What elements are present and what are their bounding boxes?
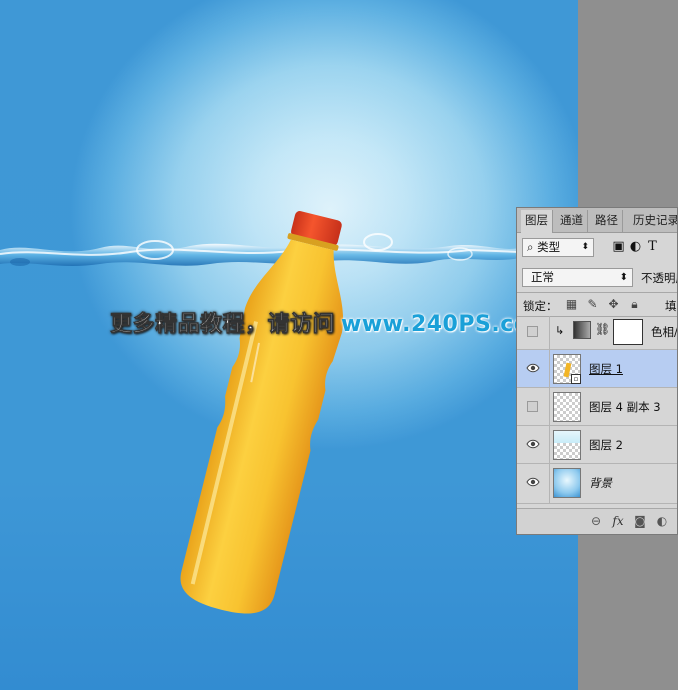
filter-type-select[interactable]: ⌕ 类型 ⬍	[522, 238, 594, 257]
adjustment-layer-icon	[573, 321, 591, 339]
type-filter-icon[interactable]: T	[644, 239, 661, 254]
layer-name: 图层 4 副本 3	[589, 400, 661, 414]
layer-thumbnail[interactable]	[553, 430, 581, 460]
panel-tabs: 图层 通道 路径 历史记录	[517, 208, 677, 233]
lock-all-icon[interactable]: 🔒︎	[624, 297, 645, 312]
link-icon[interactable]: ⊖	[585, 514, 607, 528]
mask-icon[interactable]: ◙	[629, 514, 651, 528]
eye-icon[interactable]	[526, 362, 540, 374]
lock-transparent-icon[interactable]: ▦	[561, 297, 582, 311]
layer-mask-thumbnail[interactable]	[613, 319, 643, 345]
tab-paths[interactable]: 路径	[591, 210, 623, 232]
lock-position-icon[interactable]: ✥	[603, 297, 624, 311]
lock-icons: ▦ ✎ ✥ 🔒︎	[561, 297, 645, 312]
filter-type-label: 类型	[537, 240, 561, 254]
layer-row-layer-4-copy-3[interactable]: 图层 4 副本 3	[517, 388, 677, 426]
blend-mode-select[interactable]: 正常 ⬍	[522, 268, 633, 287]
tab-channels[interactable]: 通道	[556, 210, 588, 232]
opacity-label: 不透明度	[641, 271, 677, 285]
chain-link-icon[interactable]: ⛓	[595, 322, 610, 336]
visibility-column	[517, 316, 550, 349]
visibility-column	[517, 350, 550, 387]
search-icon: ⌕	[527, 240, 534, 254]
filter-tools: ▣ ◐ T	[610, 239, 661, 254]
fill-label: 填	[665, 299, 677, 313]
layer-name: 图层 1	[589, 362, 623, 376]
lock-paint-icon[interactable]: ✎	[582, 297, 603, 311]
image-filter-icon[interactable]: ▣	[610, 239, 627, 254]
lock-label: 锁定：	[523, 299, 558, 313]
smart-object-icon: ▫	[571, 374, 581, 384]
adjustment-icon[interactable]: ◐	[651, 514, 673, 528]
visibility-column	[517, 464, 550, 503]
stepper-icon: ⬍	[581, 242, 589, 252]
blend-mode-value: 正常	[531, 270, 554, 284]
layer-row-hue-saturation[interactable]: ↳ ⛓ 色相/饱和度	[517, 316, 678, 350]
watermark-text: 更多精品教程，请访问	[110, 312, 336, 338]
layer-name: 色相/饱和度	[651, 325, 678, 339]
layer-row-layer-1[interactable]: ▫ 图层 1	[517, 350, 677, 388]
bottle-image	[180, 211, 344, 614]
layer-thumbnail-content	[554, 431, 580, 443]
document-canvas[interactable]: 更多精品教程，请访问 www.240PS.com	[0, 0, 578, 690]
visibility-column	[517, 388, 550, 425]
clip-arrow-icon: ↳	[555, 324, 565, 337]
layer-row-background[interactable]: 背景	[517, 464, 677, 504]
visibility-column	[517, 426, 550, 463]
layer-thumbnail[interactable]	[553, 392, 581, 422]
eye-icon[interactable]	[526, 438, 540, 450]
layer-thumbnail[interactable]: ▫	[553, 354, 581, 384]
footer-icons: ⊖ fx ◙ ◐	[585, 514, 673, 528]
fx-icon[interactable]: fx	[607, 514, 629, 528]
layers-panel: 图层 通道 路径 历史记录 ⌕ 类型 ⬍ ▣◐T 正常 ⬍ 不透明度 锁定： ▦…	[516, 207, 678, 535]
tab-layers[interactable]: 图层	[521, 210, 553, 233]
tab-history[interactable]: 历史记录	[629, 210, 677, 232]
layer-thumbnail[interactable]	[553, 468, 581, 498]
layers-panel-footer: ⊖ fx ◙ ◐	[517, 508, 677, 534]
adjustment-filter-icon[interactable]: ◐	[627, 239, 644, 254]
eye-icon[interactable]	[526, 476, 540, 488]
visibility-toggle[interactable]	[527, 401, 538, 412]
stepper-icon: ⬍	[619, 272, 628, 283]
layer-row-layer-2[interactable]: 图层 2	[517, 426, 677, 464]
divider	[517, 292, 677, 293]
layer-name: 图层 2	[589, 438, 623, 452]
layer-name: 背景	[589, 476, 612, 490]
watermark: 更多精品教程，请访问 www.240PS.com	[110, 306, 553, 338]
visibility-toggle[interactable]	[527, 326, 538, 337]
